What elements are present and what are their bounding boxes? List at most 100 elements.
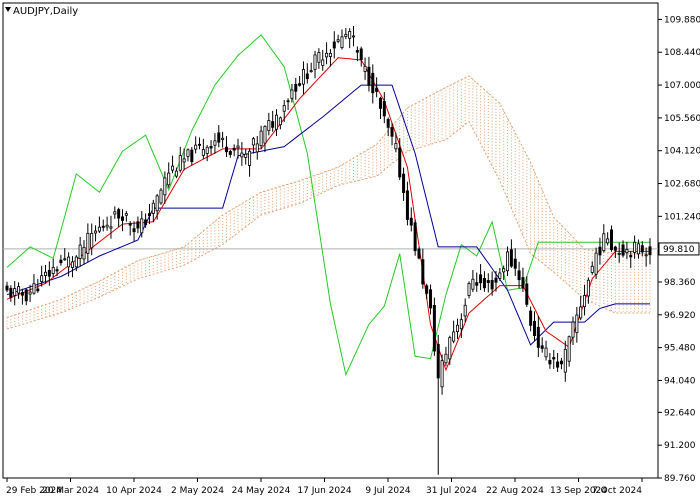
symbol-title[interactable]: AUDJPY,Daily [13, 6, 78, 17]
candle-body [325, 52, 329, 58]
candle-body [97, 226, 101, 232]
candle-body [648, 246, 652, 256]
y-tick-label: 102.680 [664, 180, 700, 190]
candle-body [101, 225, 105, 228]
candle-body [375, 87, 379, 92]
candle-body [359, 48, 363, 60]
candle-body [232, 147, 236, 151]
candle-body [136, 221, 140, 229]
x-tick-label: 9 Jul 2024 [365, 486, 410, 496]
candle-body [313, 54, 317, 70]
candle-body [163, 177, 167, 196]
candle-body [355, 50, 359, 53]
x-tick-label: 7 Oct 2024 [592, 486, 642, 496]
candle-body [567, 336, 571, 362]
candle-body [467, 283, 471, 296]
candle-body [94, 230, 98, 234]
candle-body [540, 345, 544, 349]
y-tick-label: 91.200 [664, 441, 696, 451]
candle-body [24, 289, 28, 302]
candle-body [190, 149, 194, 163]
candle-body [452, 331, 456, 342]
candle-body [282, 105, 286, 112]
candle-body [479, 274, 483, 284]
candle-body [494, 277, 498, 283]
candle-body [544, 347, 548, 358]
candle-body [155, 195, 159, 212]
candle-body [455, 324, 459, 333]
candle-body [40, 275, 44, 283]
candle-body [398, 147, 402, 178]
candle-body [51, 267, 55, 274]
candle-body [13, 288, 17, 296]
candle-body [513, 258, 517, 269]
candle-body [244, 153, 248, 158]
candle-body [186, 149, 190, 157]
y-tick-label: 94.040 [664, 376, 696, 386]
candle-body [625, 249, 629, 254]
candle-body [463, 304, 467, 317]
candle-body [644, 254, 648, 257]
candle-body [636, 243, 640, 255]
candle-body [378, 97, 382, 109]
candle-body [113, 211, 117, 215]
candle-body [559, 360, 563, 365]
candle-body [548, 359, 552, 365]
candle-body [63, 258, 67, 261]
candle-body [348, 31, 352, 39]
candle-body [594, 252, 598, 275]
candle-body [174, 170, 178, 177]
candle-body [409, 217, 413, 226]
candle-body [606, 238, 610, 244]
candle-body [194, 144, 198, 150]
candle-body [294, 84, 298, 92]
candle-body [459, 319, 463, 330]
candle-body [36, 288, 40, 292]
candle-body [421, 259, 425, 285]
candle-body [128, 223, 132, 226]
candle-body [236, 145, 240, 149]
candle-body [259, 130, 263, 147]
candle-body [490, 280, 494, 290]
candle-body [255, 143, 259, 153]
candle-body [144, 219, 148, 226]
candle-body [248, 150, 252, 166]
candle-body [629, 255, 633, 258]
y-tick-label: 96.920 [664, 311, 696, 321]
candle-body [205, 146, 209, 154]
candle-body [371, 72, 375, 94]
candle-body [617, 253, 621, 255]
candle-body [275, 114, 279, 130]
candle-body [82, 246, 86, 260]
candle-body [9, 287, 13, 298]
candle-body [509, 249, 513, 267]
candle-body [171, 165, 175, 171]
candle-body [298, 83, 302, 86]
candle-body [286, 100, 290, 103]
candle-body [436, 344, 440, 379]
x-tick-label: 17 Jun 2024 [297, 486, 351, 496]
candle-body [321, 59, 325, 66]
y-tick-label: 98.360 [664, 278, 696, 288]
candle-body [67, 256, 71, 268]
candle-body [529, 310, 533, 326]
candle-body [5, 285, 9, 291]
candle-body [444, 353, 448, 364]
candle-body [182, 158, 186, 163]
candle-body [332, 41, 336, 49]
candle-body [602, 233, 606, 252]
candle-body [336, 39, 340, 42]
y-tick-label: 95.480 [664, 344, 696, 354]
candle-body [382, 101, 386, 117]
candle-body [305, 73, 309, 80]
x-tick-label: 22 Aug 2024 [486, 486, 544, 496]
y-tick-label: 101.240 [664, 212, 700, 222]
candle-body [221, 137, 225, 140]
chart-window: 109.880 108.440 107.000 105.560 104.120 102.6… [0, 0, 700, 500]
candle-body [448, 337, 452, 360]
candle-body [583, 295, 587, 308]
candle-body [178, 155, 182, 171]
candle-body [352, 35, 356, 38]
y-tick-label: 89.760 [664, 474, 696, 484]
candle-body [263, 125, 267, 144]
